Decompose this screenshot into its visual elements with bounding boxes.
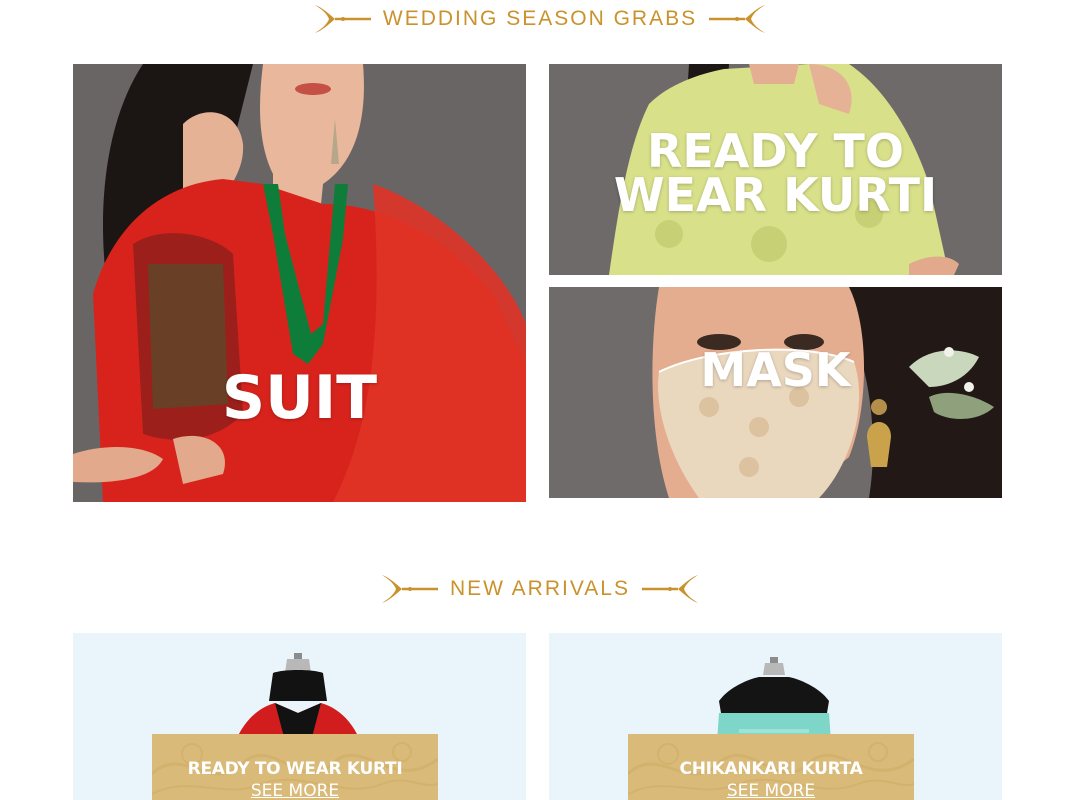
see-more-link[interactable]: SEE MORE <box>727 781 815 800</box>
arrival-label: CHIKANKARI KURTA SEE MORE <box>628 734 914 800</box>
ready-to-wear-kurti-tile[interactable]: READY TO WEAR KURTI <box>549 64 1002 275</box>
suit-category-tile[interactable]: SUIT <box>73 64 526 502</box>
suit-model-image <box>73 64 526 502</box>
suit-label: SUIT <box>221 363 378 433</box>
mask-category-tile[interactable]: MASK <box>549 287 1002 498</box>
section-title: WEDDING SEASON GRABS <box>382 7 698 30</box>
section-title: NEW ARRIVALS <box>450 577 630 600</box>
flourish-left-icon <box>314 5 371 33</box>
flourish-right-icon <box>709 5 766 33</box>
arrival-label: READY TO WEAR KURTI SEE MORE <box>152 734 438 800</box>
flourish-left-icon <box>382 575 438 603</box>
see-more-link[interactable]: SEE MORE <box>251 781 339 800</box>
mask-label: MASK <box>700 343 851 397</box>
arrival-name: CHIKANKARI KURTA <box>679 759 863 779</box>
new-arrivals-heading: NEW ARRIVALS <box>0 572 1080 606</box>
arrival-card-ready-to-wear-kurti[interactable]: READY TO WEAR KURTI SEE MORE <box>73 633 526 800</box>
arrival-name: READY TO WEAR KURTI <box>187 759 403 779</box>
wedding-season-heading: WEDDING SEASON GRABS <box>0 2 1080 36</box>
kurti-label-line2: WEAR KURTI <box>613 167 938 222</box>
flourish-right-icon <box>641 575 698 603</box>
kurti-label: READY TO WEAR KURTI <box>549 128 1002 222</box>
arrival-card-chikankari-kurta[interactable]: CHIKANKARI KURTA SEE MORE <box>549 633 1002 800</box>
